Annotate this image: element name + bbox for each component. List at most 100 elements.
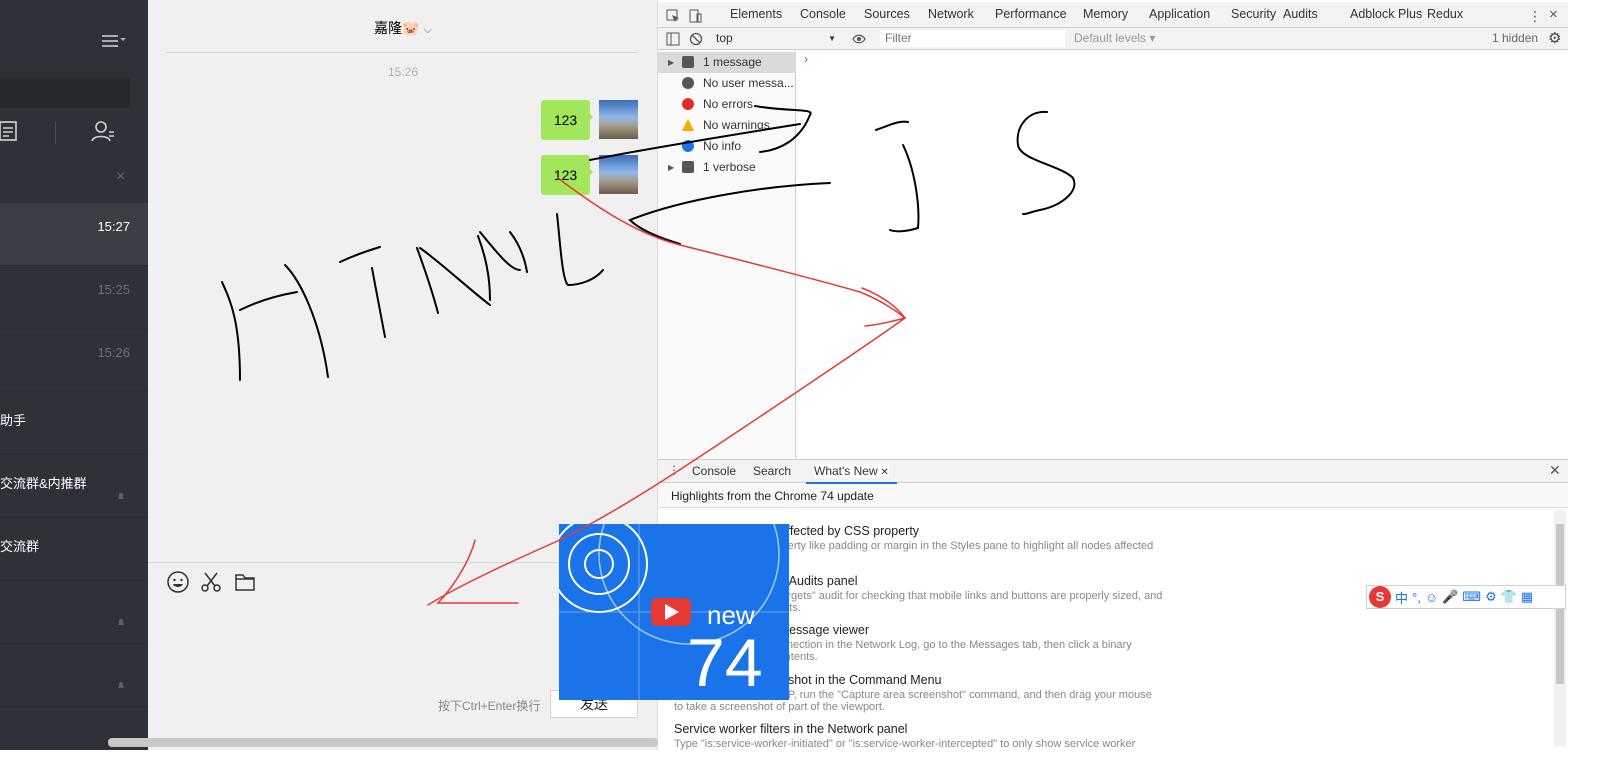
- divider: [166, 52, 638, 53]
- menu-icon[interactable]: [102, 32, 128, 48]
- close-devtools-icon[interactable]: ×: [1549, 6, 1558, 23]
- tab-application[interactable]: Application: [1149, 7, 1210, 21]
- drawer-tab-label: Search: [753, 464, 792, 478]
- console-filter-item[interactable]: No user messa...: [658, 73, 796, 94]
- avatar[interactable]: [599, 155, 638, 194]
- context-value: top: [716, 31, 733, 45]
- close-icon[interactable]: ×: [116, 168, 125, 186]
- chat-item-time: 15:25: [97, 282, 130, 297]
- smile-icon[interactable]: ☺: [1425, 590, 1438, 605]
- contacts-list-icon[interactable]: [0, 118, 20, 144]
- chat-title-text: 嘉隆🐷: [374, 20, 420, 36]
- drawer-tab-what-s-new[interactable]: What's New ✕: [806, 464, 897, 484]
- muted-bell-icon: [118, 682, 124, 688]
- ime-toolbar: S 中 °, ☺ 🎤 ⌨ ⚙ 👕 ▦: [1366, 585, 1566, 609]
- feature-title[interactable]: Service worker filters in the Network pa…: [674, 722, 1164, 737]
- drawer-tab-label: What's New: [814, 464, 878, 478]
- sogou-logo-icon[interactable]: S: [1369, 586, 1391, 608]
- console-filter-item[interactable]: ▶ 1 message: [658, 52, 796, 73]
- console-filter-label: No warnings: [703, 118, 770, 132]
- message-bubble[interactable]: 123: [541, 100, 593, 140]
- horizontal-scrollbar[interactable]: [108, 738, 658, 747]
- message-bubble[interactable]: 123: [541, 155, 593, 195]
- contact-icon[interactable]: [90, 118, 116, 144]
- avatar[interactable]: [599, 100, 638, 139]
- emoji-icon[interactable]: [166, 570, 190, 594]
- list-icon: [682, 56, 694, 68]
- console-sidebar: ▶ 1 message No user messa... No errors No wa…: [658, 51, 796, 458]
- grid-icon[interactable]: ▦: [1521, 589, 1533, 605]
- tab-audits[interactable]: Audits: [1283, 7, 1318, 21]
- chat-list-item[interactable]: 15:27: [0, 203, 148, 266]
- tab-adblock-plus[interactable]: Adblock Plus: [1350, 7, 1422, 21]
- sidebar-toggle-icon[interactable]: [666, 32, 680, 46]
- drawer-tab-search[interactable]: Search: [753, 464, 791, 478]
- chat-list-item[interactable]: 助手: [0, 392, 148, 455]
- inspect-icon[interactable]: [666, 9, 680, 23]
- device-toolbar-icon[interactable]: [688, 9, 702, 23]
- chevron-down-icon[interactable]: ⌵: [424, 24, 432, 37]
- chat-list-item[interactable]: 15:25: [0, 266, 148, 329]
- console-filter-item[interactable]: ▶ 1 verbose: [658, 157, 796, 178]
- console-filter-item[interactable]: No info: [658, 136, 796, 157]
- bug-icon: [682, 161, 694, 173]
- search-box[interactable]: [0, 78, 130, 108]
- context-selector[interactable]: top ▼: [716, 30, 836, 47]
- chat-list-item[interactable]: [0, 644, 148, 707]
- console-filter-item[interactable]: No warnings: [658, 115, 796, 136]
- mic-icon[interactable]: 🎤: [1442, 589, 1458, 605]
- console-filter-label: No info: [703, 139, 742, 153]
- tab-divider: [55, 122, 56, 144]
- tab-performance[interactable]: Performance: [995, 7, 1067, 21]
- drawer-tabbar: ⋮ Console Search What's New ✕ ✕: [658, 460, 1568, 484]
- close-tab-icon[interactable]: ✕: [878, 467, 888, 478]
- drawer-menu-icon[interactable]: ⋮: [668, 463, 680, 477]
- chat-list-item[interactable]: 15:26: [0, 329, 148, 392]
- muted-bell-icon: [118, 619, 124, 625]
- chat-list-item[interactable]: [0, 581, 148, 644]
- warning-icon: [682, 119, 694, 131]
- message-time: 15:26: [387, 65, 419, 79]
- tab-console[interactable]: Console: [794, 7, 852, 30]
- highlights-header: Highlights from the Chrome 74 update: [658, 484, 1568, 508]
- tab-security[interactable]: Security: [1231, 7, 1276, 21]
- console-filter-label: 1 message: [703, 55, 762, 69]
- drawer-tab-label: Console: [692, 464, 737, 478]
- chat-list-item[interactable]: 交流群&内推群: [0, 455, 148, 518]
- drawer-tab-console[interactable]: Console: [692, 464, 736, 478]
- tab-elements[interactable]: Elements: [730, 7, 782, 21]
- error-icon: [682, 98, 694, 110]
- screen: × 15:27 15:25 15:26 助手交流群&内推群 交流群 嘉隆🐷 ⌵ 15:26…: [0, 0, 1599, 763]
- chat-title[interactable]: 嘉隆🐷 ⌵: [148, 18, 658, 38]
- feature-item: Service worker filters in the Network pa…: [674, 722, 1164, 750]
- ime-mode[interactable]: 中: [1395, 588, 1408, 607]
- levels-dropdown[interactable]: Default levels ▾: [1074, 30, 1155, 47]
- console-prompt-icon[interactable]: ›: [804, 52, 808, 66]
- more-options-icon[interactable]: ⋮: [1528, 8, 1542, 25]
- ime-punct[interactable]: °,: [1412, 590, 1421, 605]
- tab-redux[interactable]: Redux: [1427, 7, 1463, 21]
- tab-sources[interactable]: Sources: [864, 7, 910, 21]
- eye-icon[interactable]: [852, 32, 866, 46]
- chat-list-item[interactable]: 交流群: [0, 518, 148, 581]
- keyboard-icon[interactable]: ⌨: [1462, 589, 1481, 605]
- expand-arrow-icon[interactable]: ▶: [668, 157, 674, 178]
- gear-icon[interactable]: ⚙: [1548, 29, 1561, 47]
- expand-arrow-icon[interactable]: ▶: [668, 52, 674, 73]
- hidden-count: 1 hidden: [1492, 31, 1539, 45]
- console-toolbar: top ▼ Filter Default levels ▾ 1 hidden ⚙: [658, 28, 1568, 50]
- folder-icon[interactable]: [233, 570, 257, 594]
- chrome-74-promo-image[interactable]: new 74: [559, 524, 789, 700]
- close-drawer-icon[interactable]: ✕: [1549, 462, 1561, 479]
- drawer-scrollbar[interactable]: [1554, 510, 1566, 746]
- filter-input[interactable]: Filter: [880, 30, 1065, 47]
- dropdown-arrow-icon: ▼: [828, 34, 836, 43]
- clear-console-icon[interactable]: [689, 32, 703, 46]
- console-filter-item[interactable]: No errors: [658, 94, 796, 115]
- tab-memory[interactable]: Memory: [1083, 7, 1128, 21]
- tools-icon[interactable]: ⚙: [1485, 589, 1497, 605]
- scissors-icon[interactable]: [199, 570, 223, 594]
- tab-network[interactable]: Network: [928, 7, 974, 21]
- shirt-icon[interactable]: 👕: [1501, 589, 1517, 605]
- chat-item-name: 助手: [0, 413, 27, 428]
